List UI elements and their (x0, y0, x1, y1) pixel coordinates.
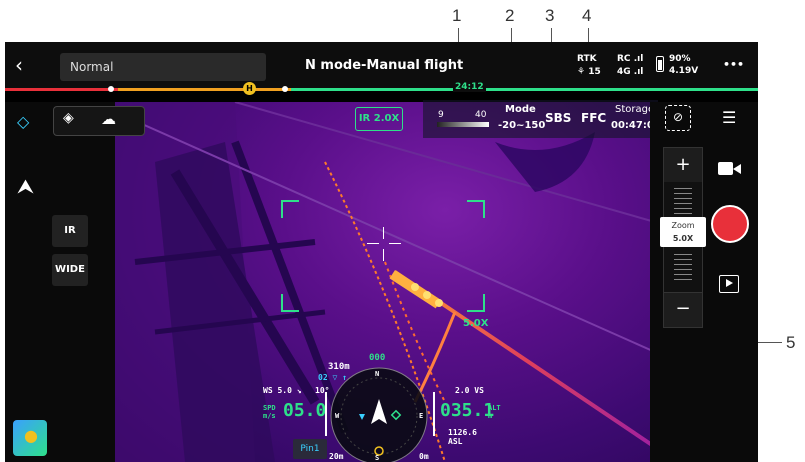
temp-range-button[interactable]: -20~150 (498, 120, 545, 131)
flight-hud: 310m 02 ▽ ↑ 000 WS 5.0 ↘ 10° SPD m/s 05.… (255, 353, 501, 462)
callout-2: 2 (505, 6, 515, 25)
altitude-label: ALT m (488, 404, 501, 420)
timeline-marker-home: H (243, 82, 256, 95)
pin-button[interactable]: Pin1 (293, 439, 327, 459)
ffc-button[interactable]: FFC (581, 111, 606, 125)
speed-scale (325, 392, 327, 436)
zoom-indicator-value: 5.0X (672, 234, 694, 243)
settings-sliders-icon[interactable]: ☰ (722, 108, 736, 127)
distance-left: 20m (329, 452, 344, 461)
speed-unit-text: m/s (263, 412, 276, 420)
network-signal: 4G .ıl (617, 67, 643, 77)
rc-signal: RC .ıl (617, 54, 643, 64)
top-bar: ‹ Normal N mode-Manual flight RTK ⚘ 15 R… (5, 42, 758, 95)
battery-voltage: 4.19V (669, 66, 699, 76)
compass-north: N (375, 370, 380, 378)
flight-mode-label: Normal (70, 60, 114, 74)
mode-label: Mode (505, 104, 536, 115)
storage-label: Storage (615, 104, 655, 115)
asl-readout: 1126.6 ASL (448, 428, 477, 446)
wide-lens-button[interactable]: WIDE (52, 254, 88, 286)
zoom-out-button[interactable]: − (663, 292, 703, 328)
target-lock-icon[interactable]: ⊘ (665, 105, 691, 131)
network-signal-icon: .ıl (633, 67, 644, 77)
network-label: 4G (617, 67, 631, 77)
flight-timer: 24:12 (453, 82, 486, 92)
playback-button[interactable] (719, 275, 739, 293)
gimbal-angle: 10° (315, 386, 330, 395)
record-button[interactable] (711, 205, 749, 243)
flight-timeline-bar (5, 88, 758, 91)
battery-icon (656, 56, 664, 72)
crosshair-icon (367, 227, 401, 261)
map-layer-icon[interactable]: ◈ (63, 110, 74, 126)
speed-label-text: SPD (263, 404, 276, 412)
rtk-label: RTK (577, 54, 597, 64)
speed-readout: 05.0 (283, 400, 327, 421)
rc-label: RC (617, 54, 631, 64)
satellite-icon: ⚘ (577, 67, 589, 77)
altitude-readout: 035.1 (440, 400, 495, 421)
speed-label: SPD m/s (263, 404, 276, 420)
sbs-button[interactable]: SBS (545, 111, 571, 125)
app-screen: 5.0X ‹ Normal N mode-Manual flight RTK ⚘… (5, 42, 758, 462)
back-button[interactable]: ‹ (15, 54, 35, 78)
callout-4: 4 (582, 6, 592, 25)
vertical-speed: 2.0 VS (455, 386, 484, 395)
map-pin-icon: ● (24, 426, 38, 445)
compass-dial (330, 367, 428, 462)
left-sidebar: ◇ ◈ ☁ ⮝ IR WIDE ● (5, 102, 145, 462)
page-title: N mode-Manual flight (305, 58, 464, 73)
video-camera-icon[interactable] (718, 160, 742, 176)
zoom-overlay-label: 5.0X (463, 318, 489, 329)
flight-mode-selector[interactable]: Normal (60, 53, 266, 81)
battery-percent: 90% (669, 54, 691, 64)
timeline-dot (108, 86, 114, 92)
altitude-label-text: ALT (488, 404, 501, 412)
compass-east: E (419, 412, 424, 420)
wind-speed: WS 5.0 ↘ (263, 386, 302, 395)
cloud-icon[interactable]: ☁ (101, 110, 116, 128)
temp-max: 40 (475, 110, 487, 120)
rtk-sat-count: 15 (588, 67, 601, 77)
temp-min: 9 (438, 110, 444, 120)
compass-west: W (335, 412, 340, 420)
altitude-scale (433, 392, 435, 436)
compass-south: S (375, 454, 380, 462)
zoom-indicator-label: Zoom (671, 221, 695, 230)
callout-3: 3 (545, 6, 555, 25)
rtk-status: ⚘ 15 (577, 67, 601, 77)
timeline-dot (282, 86, 288, 92)
aircraft-status-icon[interactable]: ⮝ (17, 174, 34, 198)
zoom-in-button[interactable]: + (663, 147, 703, 183)
heading-readout: 000 (369, 353, 386, 363)
distance-right: 0m (419, 452, 429, 461)
zoom-indicator: Zoom 5.0X (660, 217, 706, 247)
altitude-unit-text: m (488, 412, 493, 420)
right-sidebar: ⊘ ☰ + Zoom 5.0X − (650, 102, 758, 462)
ir-lens-button[interactable]: IR (52, 215, 88, 247)
callout-5: 5 (786, 333, 796, 352)
gimbal-mode-icon[interactable]: ◇ (17, 112, 29, 131)
more-menu-button[interactable]: ••• (723, 58, 744, 71)
ir-zoom-button[interactable]: IR 2.0X (355, 107, 403, 131)
temp-gradient-bar[interactable] (437, 122, 489, 127)
rc-signal-icon: .ıl (633, 54, 644, 64)
callout-1: 1 (452, 6, 462, 25)
